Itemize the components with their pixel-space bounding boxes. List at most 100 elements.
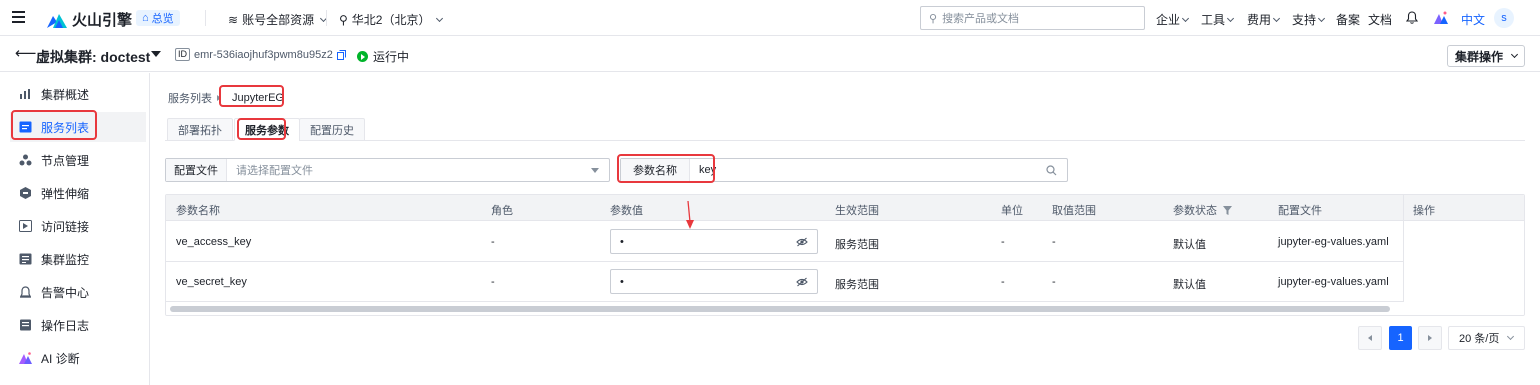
divider	[326, 10, 327, 26]
chevron-down-icon	[1272, 14, 1281, 22]
sidebar-item-alerts[interactable]: 告警中心	[10, 277, 146, 307]
home-button[interactable]: ⌂ 总览	[136, 10, 180, 26]
search-icon[interactable]	[1046, 164, 1057, 176]
cluster-ops-button[interactable]: 集群操作	[1447, 45, 1525, 67]
breadcrumb-current: JupyterEG	[232, 92, 284, 104]
cell-scope: 服务范围	[835, 279, 879, 291]
menu-filing-label: 备案	[1336, 13, 1361, 27]
param-value-input[interactable]: •	[610, 269, 818, 294]
tab-label: 部署拓扑	[178, 124, 222, 137]
home-label: 总览	[151, 13, 174, 25]
ai-assistant-icon[interactable]	[1434, 11, 1448, 24]
menu-billing[interactable]: 费用	[1247, 11, 1281, 28]
alarm-icon	[20, 286, 31, 298]
brand-logo[interactable]: 火山引擎	[47, 9, 132, 30]
avatar-letter: s	[1501, 12, 1507, 24]
chevron-down-icon	[1510, 50, 1519, 59]
col-param-name: 参数名称	[176, 205, 220, 217]
cluster-switch-caret-icon[interactable]	[151, 51, 161, 57]
language-switch[interactable]: 中文	[1461, 11, 1485, 28]
product-search-input[interactable]: ⚲ 搜索产品或文档	[920, 6, 1145, 30]
sidebar-item-label: 告警中心	[41, 285, 90, 300]
config-file-placeholder: 请选择配置文件	[236, 165, 313, 177]
sidebar-item-operation-log[interactable]: 操作日志	[10, 310, 146, 340]
menu-tools[interactable]: 工具	[1201, 11, 1235, 28]
col-scope: 生效范围	[835, 205, 879, 217]
menu-filing[interactable]: 备案	[1336, 11, 1360, 28]
ai-icon	[19, 352, 32, 364]
back-arrow-icon[interactable]: ⟵	[15, 46, 37, 61]
prev-page-button[interactable]	[1358, 326, 1382, 350]
sidebar-item-ai-diagnosis[interactable]: AI 诊断	[10, 343, 146, 373]
sidebar-item-nodes[interactable]: 节点管理	[10, 145, 146, 175]
tab-divider	[165, 140, 1525, 141]
page-size-select[interactable]: 20 条/页	[1448, 326, 1525, 350]
cell-config-file: jupyter-eg-values.yaml	[1278, 236, 1389, 248]
param-value-masked: •	[620, 275, 624, 288]
menu-icon[interactable]	[12, 11, 25, 23]
sidebar-item-access-links[interactable]: 访问链接	[10, 211, 146, 241]
bell-icon[interactable]	[1406, 11, 1418, 24]
chevron-right-icon	[1428, 335, 1432, 341]
param-name-search[interactable]: 参数名称 key	[620, 158, 1068, 182]
menu-tools-label: 工具	[1201, 13, 1226, 27]
sidebar-item-label: AI 诊断	[41, 351, 80, 366]
horizontal-scrollbar[interactable]	[166, 303, 1524, 315]
nodes-icon	[19, 154, 32, 166]
layers-icon: ≋	[228, 12, 239, 27]
tab-config-history[interactable]: 配置历史	[299, 118, 365, 141]
scale-icon	[20, 187, 31, 199]
tab-deploy-topology[interactable]: 部署拓扑	[167, 118, 233, 141]
avatar[interactable]: s	[1494, 8, 1514, 28]
page-1-button[interactable]: 1	[1389, 326, 1412, 350]
param-name-input[interactable]: key	[690, 164, 1046, 176]
sidebar-item-label: 节点管理	[41, 153, 90, 168]
menu-support[interactable]: 支持	[1292, 11, 1326, 28]
breadcrumb: 服务列表 JupyterEG	[168, 90, 284, 106]
eye-hidden-icon[interactable]	[796, 237, 808, 247]
chevron-down-icon	[1507, 332, 1515, 341]
region-dropdown[interactable]: ⚲ 华北2（北京）	[339, 11, 444, 28]
log-icon	[20, 319, 31, 331]
breadcrumb-parent[interactable]: 服务列表	[168, 90, 212, 106]
table-row: ve_access_key - • 服务范围 - - 默认值 jupyter-e…	[166, 222, 1524, 262]
copy-icon[interactable]	[336, 49, 346, 60]
config-file-select[interactable]: 配置文件 请选择配置文件	[165, 158, 610, 182]
sidebar-item-overview[interactable]: 集群概述	[10, 79, 146, 109]
divider	[205, 10, 206, 26]
cluster-id-value: emr-536iaojhuf3pwm8u95z2	[194, 48, 333, 61]
next-page-button[interactable]	[1418, 326, 1442, 350]
col-param-status-label: 参数状态	[1173, 205, 1217, 217]
col-param-status: 参数状态	[1173, 202, 1232, 218]
cluster-id: ID emr-536iaojhuf3pwm8u95z2	[175, 48, 346, 61]
params-table: 参数名称 角色 参数值 生效范围 单位 取值范围 参数状态 配置文件 ve_ac…	[165, 194, 1525, 316]
col-role: 角色	[491, 205, 513, 217]
cell-status: 默认值	[1173, 279, 1206, 291]
sidebar-item-monitoring[interactable]: 集群监控	[10, 244, 146, 274]
sidebar-item-service-list[interactable]: 服务列表	[10, 112, 146, 142]
id-badge: ID	[175, 48, 190, 61]
breadcrumb-separator-icon	[217, 95, 221, 101]
tab-service-params[interactable]: 服务参数	[234, 118, 300, 141]
filter-icon[interactable]	[1223, 205, 1232, 215]
chevron-down-icon	[1181, 14, 1190, 22]
col-range: 取值范围	[1052, 205, 1096, 217]
chevron-down-icon	[1317, 14, 1326, 22]
eye-hidden-icon[interactable]	[796, 277, 808, 287]
menu-docs[interactable]: 文档	[1368, 11, 1392, 28]
running-icon	[357, 51, 368, 62]
chevron-down-icon	[436, 14, 444, 22]
menu-enterprise[interactable]: 企业	[1156, 11, 1190, 28]
account-resource-dropdown[interactable]: ≋ 账号全部资源	[228, 11, 328, 28]
menu-support-label: 支持	[1292, 13, 1317, 27]
page-size-label: 20 条/页	[1459, 333, 1500, 345]
ops-column: 操作	[1403, 195, 1524, 302]
chevron-left-icon	[1368, 335, 1372, 341]
cluster-status-label: 运行中	[373, 50, 410, 64]
cell-unit: -	[1001, 276, 1005, 288]
scrollbar-thumb[interactable]	[170, 306, 1390, 312]
chevron-down-icon	[1226, 14, 1235, 22]
param-value-input[interactable]: •	[610, 229, 818, 254]
sidebar-item-label: 访问链接	[41, 219, 90, 234]
sidebar-item-autoscale[interactable]: 弹性伸缩	[10, 178, 146, 208]
